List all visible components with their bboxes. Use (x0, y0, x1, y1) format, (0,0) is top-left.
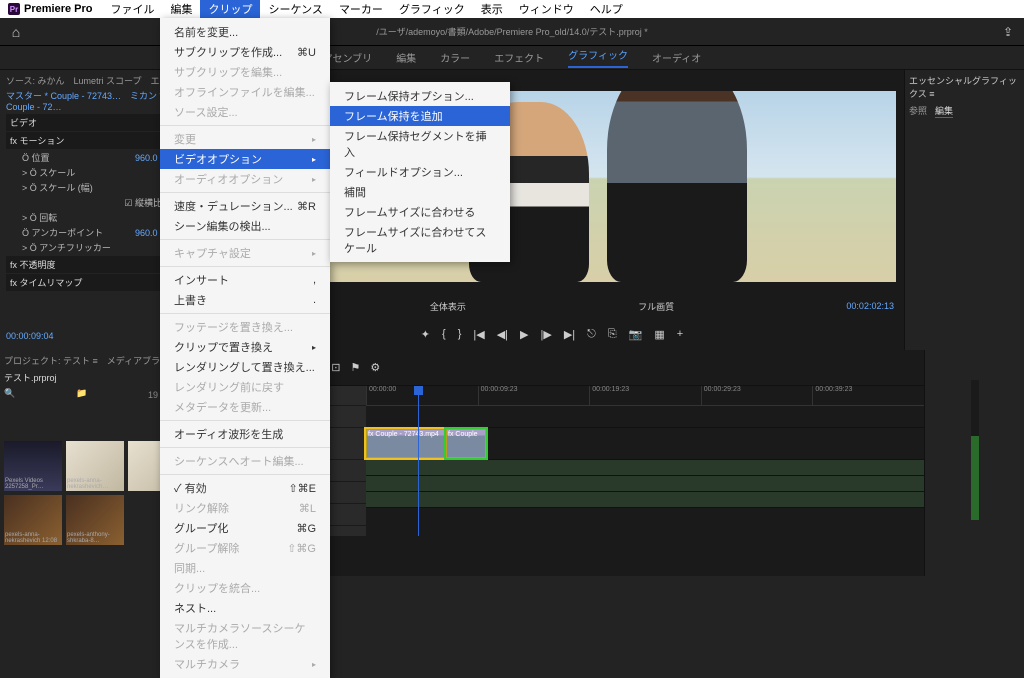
app-name: Premiere Pro (24, 3, 92, 15)
menu-item: メタデータを更新... (160, 397, 330, 417)
menu-item[interactable]: フレーム保持セグメントを挿入 (330, 126, 510, 162)
clip-1[interactable]: fx Couple - 72743.mp4 (366, 429, 446, 458)
ws-color[interactable]: カラー (440, 50, 470, 65)
eg-tab-edit[interactable]: 編集 (935, 104, 953, 118)
menu-item: リンク解除⌘L (160, 498, 330, 518)
menu-item: オーディオオプション (160, 169, 330, 189)
media-thumb[interactable]: Pexels Videos 2257258_Pr… (4, 441, 62, 491)
media-thumb[interactable]: pexels-anna-nekrashevich… (66, 441, 124, 491)
menu-file[interactable]: ファイル (102, 0, 162, 19)
menu-item[interactable]: クリップで置き換え (160, 337, 330, 357)
menu-item: レンダリング前に戻す (160, 377, 330, 397)
ws-audio[interactable]: オーディオ (652, 50, 701, 65)
fit-dropdown[interactable]: 全体表示 (430, 300, 466, 313)
menu-item: キャプチャ設定 (160, 243, 330, 263)
menu-item: マルチカメラソースシーケンスを作成... (160, 618, 330, 654)
menu-item[interactable]: ビデオオプション (160, 149, 330, 169)
eg-title: エッセンシャルグラフィックス ≡ (909, 74, 1020, 100)
menu-item[interactable]: 名前を変更... (160, 22, 330, 42)
menu-item[interactable]: インサート, (160, 270, 330, 290)
menu-item[interactable]: フレームサイズに合わせる (330, 202, 510, 222)
os-menubar: Pr Premiere Pro ファイル 編集 クリップ シーケンス マーカー グ… (0, 0, 1024, 18)
menu-item[interactable]: フレーム保持オプション... (330, 86, 510, 106)
linked-sel-icon[interactable]: ⊡ (331, 361, 340, 374)
menu-item: クリップを統合... (160, 578, 330, 598)
menu-clip[interactable]: クリップ (200, 0, 260, 19)
mark-in-icon[interactable]: { (442, 328, 446, 350)
play-icon[interactable]: ▶ (520, 328, 528, 350)
video-options-submenu: フレーム保持オプション...フレーム保持を追加フレーム保持セグメントを挿入フィー… (330, 82, 510, 262)
app-toolbar: ⌂ /ユーザ/ademoyo/書類/Adobe/Premiere Pro_old… (0, 18, 1024, 46)
settings-icon[interactable]: + (677, 328, 683, 350)
menu-item[interactable]: シーン編集の検出... (160, 216, 330, 236)
menu-item: 変更 (160, 129, 330, 149)
time-ruler[interactable]: 00:00:0000:00:09:2300:00:19:2300:00:29:2… (366, 386, 924, 406)
essential-graphics-panel: エッセンシャルグラフィックス ≡ 参照編集 (904, 70, 1024, 350)
menu-item[interactable]: フィールドオプション... (330, 162, 510, 182)
audio-meter-panel (924, 350, 1024, 576)
menu-sequence[interactable]: シーケンス (260, 0, 330, 19)
go-in-icon[interactable]: |◀ (473, 328, 484, 350)
program-tc-right: 00:02:02:13 (846, 301, 894, 311)
menu-item: グループ解除⇧⌘G (160, 538, 330, 558)
bin-icon[interactable]: 📁 (76, 388, 87, 401)
menu-item[interactable]: 上書き. (160, 290, 330, 310)
home-icon[interactable]: ⌂ (0, 24, 32, 40)
clip-2[interactable]: fx Couple (446, 429, 486, 458)
media-thumb[interactable]: pexels-anna-nekrashevich 12:08 (4, 495, 62, 545)
menu-item: シーケンスへオート編集... (160, 451, 330, 471)
workspace-bar: アセンブリ 編集 カラー エフェクト グラフィック オーディオ (0, 46, 1024, 70)
settings-icon[interactable]: ⚙ (370, 361, 380, 374)
menu-item: 同期... (160, 558, 330, 578)
menu-marker[interactable]: マーカー (331, 0, 391, 19)
mark-out-icon[interactable]: } (458, 328, 462, 350)
ws-graphics[interactable]: グラフィック (568, 47, 628, 68)
menu-item[interactable]: サブクリップを作成...⌘U (160, 42, 330, 62)
share-icon[interactable]: ⇪ (992, 25, 1024, 39)
step-back-icon[interactable]: ◀| (497, 328, 508, 350)
menu-item: サブクリップを編集... (160, 62, 330, 82)
menu-item[interactable]: フレームサイズに合わせてスケール (330, 222, 510, 258)
marker-icon[interactable]: ⚑ (351, 361, 361, 374)
ws-effects[interactable]: エフェクト (494, 50, 544, 65)
media-thumb[interactable]: pexels-anthony-shkraba-8… (66, 495, 124, 545)
search-icon[interactable]: 🔍 (4, 388, 15, 401)
menu-item[interactable]: 補間 (330, 182, 510, 202)
menu-item: マルチカメラ (160, 654, 330, 674)
app-icon: Pr (8, 3, 20, 15)
audio-meter (971, 380, 979, 520)
playhead[interactable] (418, 386, 419, 536)
lift-icon[interactable]: ⎋ (587, 328, 596, 350)
menu-graphics[interactable]: グラフィック (391, 0, 473, 19)
menu-view[interactable]: 表示 (473, 0, 511, 19)
menu-item[interactable]: オーディオ波形を生成 (160, 424, 330, 444)
extract-icon[interactable]: ⎘ (608, 328, 617, 350)
menu-item[interactable]: グループ化⌘G (160, 518, 330, 538)
menu-help[interactable]: ヘルプ (582, 0, 631, 19)
ws-assembly[interactable]: アセンブリ (323, 50, 373, 65)
menu-window[interactable]: ウィンドウ (511, 0, 582, 19)
ws-editing[interactable]: 編集 (396, 50, 416, 65)
menu-item: ソース設定... (160, 102, 330, 122)
menu-item[interactable]: 速度・デュレーション...⌘R (160, 196, 330, 216)
export-frame-icon[interactable]: 📷 (629, 328, 643, 350)
menu-item: オフラインファイルを編集... (160, 82, 330, 102)
menu-item[interactable]: レンダリングして置き換え... (160, 357, 330, 377)
menu-item[interactable]: ネスト... (160, 598, 330, 618)
add-marker-icon[interactable]: ✦ (421, 328, 430, 350)
eg-tab-browse[interactable]: 参照 (909, 104, 927, 118)
step-fwd-icon[interactable]: |▶ (541, 328, 552, 350)
menu-item[interactable]: フレーム保持を追加 (330, 106, 510, 126)
clip-menu-dropdown: 名前を変更...サブクリップを作成...⌘Uサブクリップを編集...オフラインフ… (160, 18, 330, 678)
menu-item: フッテージを置き換え... (160, 317, 330, 337)
menu-item[interactable]: ✓ 有効⇧⌘E (160, 478, 330, 498)
quality-dropdown[interactable]: フル画質 (638, 300, 674, 313)
menu-edit[interactable]: 編集 (162, 0, 200, 19)
go-out-icon[interactable]: ▶| (564, 328, 575, 350)
compare-icon[interactable]: ▦ (654, 328, 664, 350)
